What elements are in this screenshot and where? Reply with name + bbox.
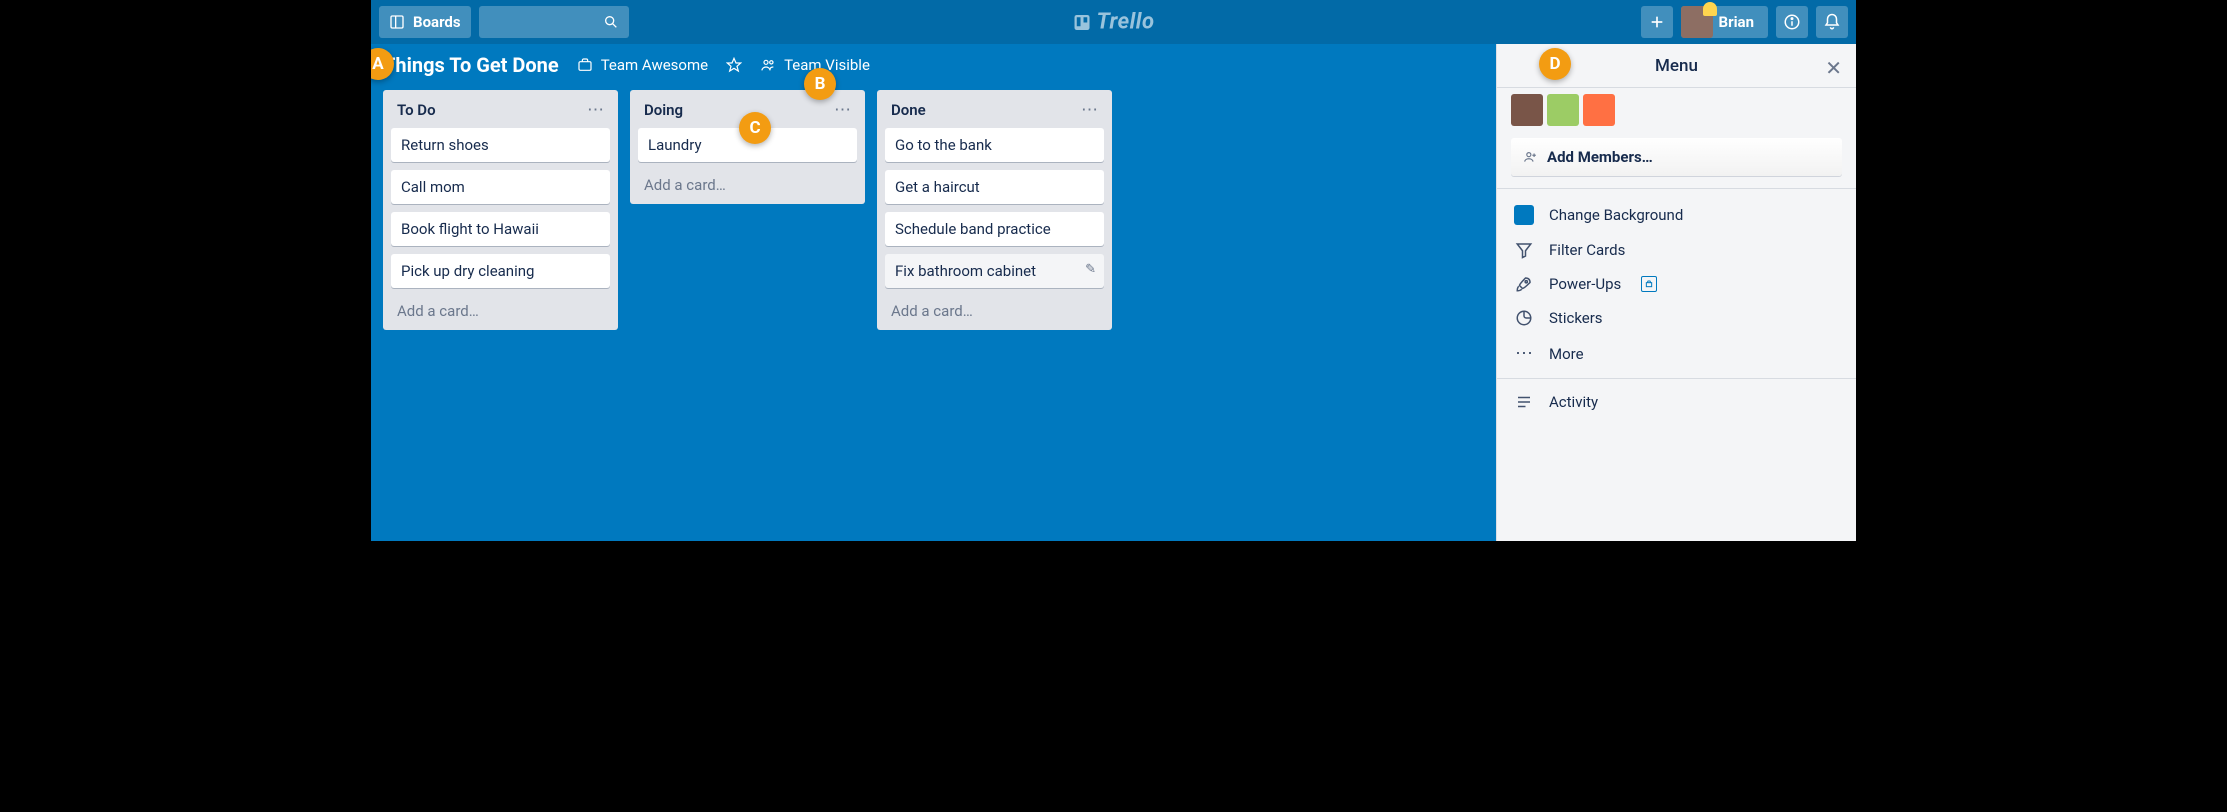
- bell-icon: [1823, 13, 1841, 31]
- app-root: A B C D Boards Trello Brian: [371, 0, 1856, 541]
- menu-title: Menu: [1655, 56, 1698, 76]
- close-icon[interactable]: ✕: [1825, 56, 1842, 80]
- members-row: [1497, 88, 1856, 126]
- info-icon: [1783, 13, 1801, 31]
- logo-icon: [1073, 13, 1091, 31]
- create-button[interactable]: [1641, 6, 1673, 38]
- list-menu-button[interactable]: ⋯: [587, 100, 604, 120]
- menu-item-label: Change Background: [1549, 206, 1683, 224]
- search-input[interactable]: [479, 6, 629, 38]
- search-icon: [603, 14, 619, 30]
- menu-change-background[interactable]: Change Background: [1497, 197, 1856, 233]
- boards-icon: [389, 14, 405, 30]
- list-header: To Do ⋯: [391, 98, 610, 128]
- menu-item-label: Power-Ups: [1549, 275, 1621, 293]
- card[interactable]: Book flight to Hawaii: [391, 212, 610, 246]
- avatar: [1681, 6, 1713, 38]
- star-icon: [726, 57, 742, 73]
- add-card-button[interactable]: Add a card…: [638, 170, 857, 196]
- callout-c: C: [739, 112, 771, 144]
- card-text: Fix bathroom cabinet: [895, 262, 1036, 280]
- menu-power-ups[interactable]: Power-Ups: [1497, 267, 1856, 301]
- list-header: Done ⋯: [885, 98, 1104, 128]
- list-todo: To Do ⋯ Return shoes Call mom Book fligh…: [383, 90, 618, 330]
- info-button[interactable]: [1776, 6, 1808, 38]
- logo[interactable]: Trello: [1073, 10, 1155, 35]
- menu-activity[interactable]: Activity: [1497, 385, 1856, 419]
- menu-filter-cards[interactable]: Filter Cards: [1497, 233, 1856, 267]
- more-icon: ⋯: [1513, 343, 1535, 364]
- user-chip[interactable]: Brian: [1681, 6, 1768, 38]
- member-avatar[interactable]: [1547, 94, 1579, 126]
- menu-item-label: Stickers: [1549, 309, 1603, 327]
- card[interactable]: Call mom: [391, 170, 610, 204]
- powerup-badge-icon: [1641, 276, 1657, 292]
- list-menu-button[interactable]: ⋯: [834, 100, 851, 120]
- star-button[interactable]: [726, 57, 742, 73]
- menu-stickers[interactable]: Stickers: [1497, 301, 1856, 335]
- global-header: Boards Trello Brian: [371, 0, 1856, 44]
- list-title[interactable]: Done: [891, 101, 926, 119]
- menu-divider: [1497, 378, 1856, 379]
- list-done: Done ⋯ Go to the bank Get a haircut Sche…: [877, 90, 1112, 330]
- list-title[interactable]: To Do: [397, 101, 436, 119]
- filter-icon: [1515, 241, 1533, 259]
- people-icon: [760, 57, 776, 73]
- user-name: Brian: [1713, 13, 1760, 31]
- team-button[interactable]: Team Awesome: [577, 56, 708, 74]
- plus-icon: [1649, 14, 1665, 30]
- card[interactable]: Schedule band practice: [885, 212, 1104, 246]
- menu-item-label: Filter Cards: [1549, 241, 1625, 259]
- member-avatar[interactable]: [1583, 94, 1615, 126]
- add-member-icon: [1523, 150, 1537, 164]
- menu-more[interactable]: ⋯ More: [1497, 335, 1856, 372]
- sticker-icon: [1515, 309, 1533, 327]
- add-card-button[interactable]: Add a card…: [391, 296, 610, 322]
- card[interactable]: Pick up dry cleaning: [391, 254, 610, 288]
- team-label: Team Awesome: [601, 56, 708, 74]
- board-title[interactable]: Things To Get Done: [383, 53, 559, 77]
- boards-button[interactable]: Boards: [379, 6, 471, 38]
- add-card-button[interactable]: Add a card…: [885, 296, 1104, 322]
- logo-text: Trello: [1097, 10, 1155, 35]
- menu-item-label: Activity: [1549, 393, 1598, 411]
- activity-icon: [1515, 393, 1533, 411]
- member-avatar[interactable]: [1511, 94, 1543, 126]
- pencil-icon[interactable]: ✎: [1085, 262, 1096, 277]
- boards-label: Boards: [413, 13, 461, 31]
- menu-item-label: More: [1549, 345, 1584, 363]
- card[interactable]: Return shoes: [391, 128, 610, 162]
- card[interactable]: Get a haircut: [885, 170, 1104, 204]
- list-doing: Doing ⋯ Laundry Add a card…: [630, 90, 865, 204]
- list-menu-button[interactable]: ⋯: [1081, 100, 1098, 120]
- add-members-button[interactable]: Add Members…: [1511, 138, 1842, 176]
- add-members-label: Add Members…: [1547, 148, 1653, 166]
- background-swatch-icon: [1514, 205, 1534, 225]
- rocket-icon: [1515, 275, 1533, 293]
- callout-d: D: [1539, 48, 1571, 80]
- board-menu: Menu ✕ Add Members… Change Background Fi…: [1496, 44, 1856, 541]
- callout-b: B: [804, 68, 836, 100]
- list-title[interactable]: Doing: [644, 101, 683, 119]
- card[interactable]: Go to the bank: [885, 128, 1104, 162]
- menu-list: Change Background Filter Cards Power-Ups: [1497, 188, 1856, 427]
- card[interactable]: Fix bathroom cabinet ✎: [885, 254, 1104, 288]
- notifications-button[interactable]: [1816, 6, 1848, 38]
- briefcase-icon: [577, 57, 593, 73]
